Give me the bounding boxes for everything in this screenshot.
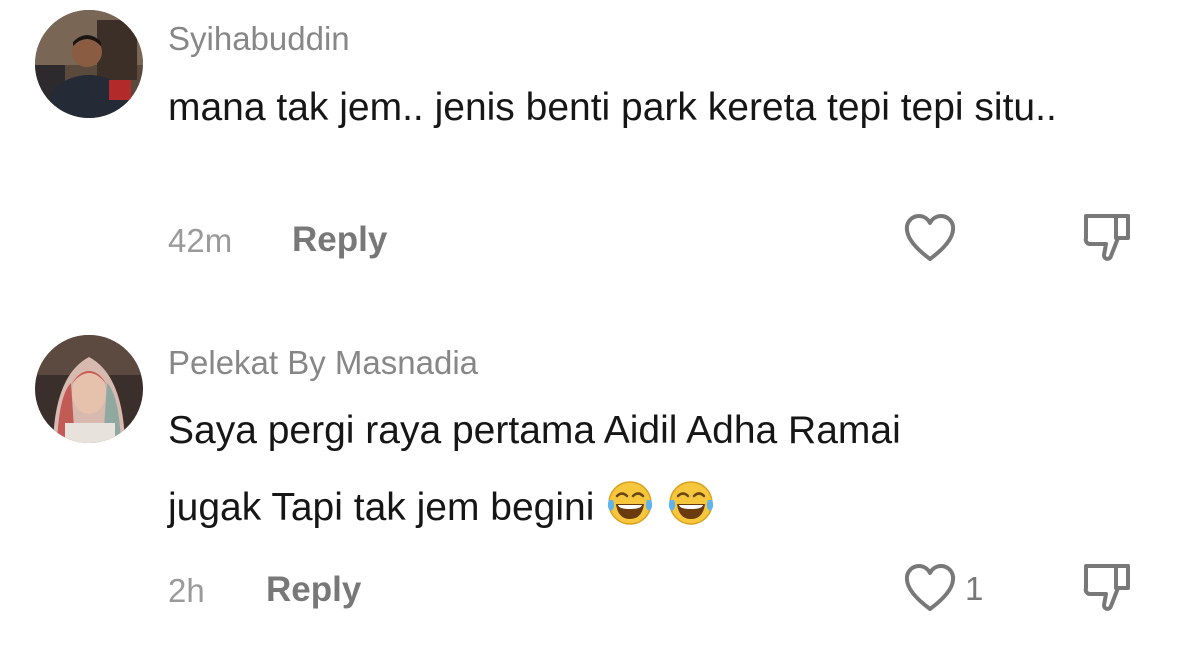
like-button[interactable] <box>902 212 958 264</box>
comment-text-line: Saya pergi raya pertama Aidil Adha Ramai <box>168 409 901 452</box>
thumbs-down-outline-icon <box>1083 564 1130 611</box>
like-count: 1 <box>965 570 984 607</box>
avatar[interactable] <box>35 10 143 118</box>
thumbs-down-outline-icon <box>1083 214 1130 261</box>
heart-outline-icon <box>904 214 956 261</box>
dislike-button[interactable] <box>1082 210 1134 266</box>
avatar[interactable] <box>35 335 143 443</box>
reply-button[interactable]: Reply <box>266 570 361 610</box>
comment-timestamp: 42m <box>168 222 233 259</box>
laughing-tears-emoji-icon <box>668 481 714 525</box>
comment-timestamp: 2h <box>168 572 205 609</box>
like-button[interactable] <box>902 562 958 614</box>
comment-username[interactable]: Syihabuddin <box>168 20 350 58</box>
comment-text-line: jugak Tapi tak jem begini <box>168 475 1148 540</box>
laughing-tears-emoji-icon <box>608 481 653 525</box>
heart-outline-icon <box>904 564 956 611</box>
comment-text: mana tak jem.. jenis benti park kereta t… <box>168 86 1057 129</box>
comment-text: Saya pergi raya pertama Aidil Adha Ramai… <box>168 398 1148 540</box>
dislike-button[interactable] <box>1082 560 1134 616</box>
comment-username[interactable]: Pelekat By Masnadia <box>168 344 478 382</box>
reply-button[interactable]: Reply <box>292 220 387 260</box>
comment-text-segment: jugak Tapi tak jem begini <box>168 486 595 529</box>
